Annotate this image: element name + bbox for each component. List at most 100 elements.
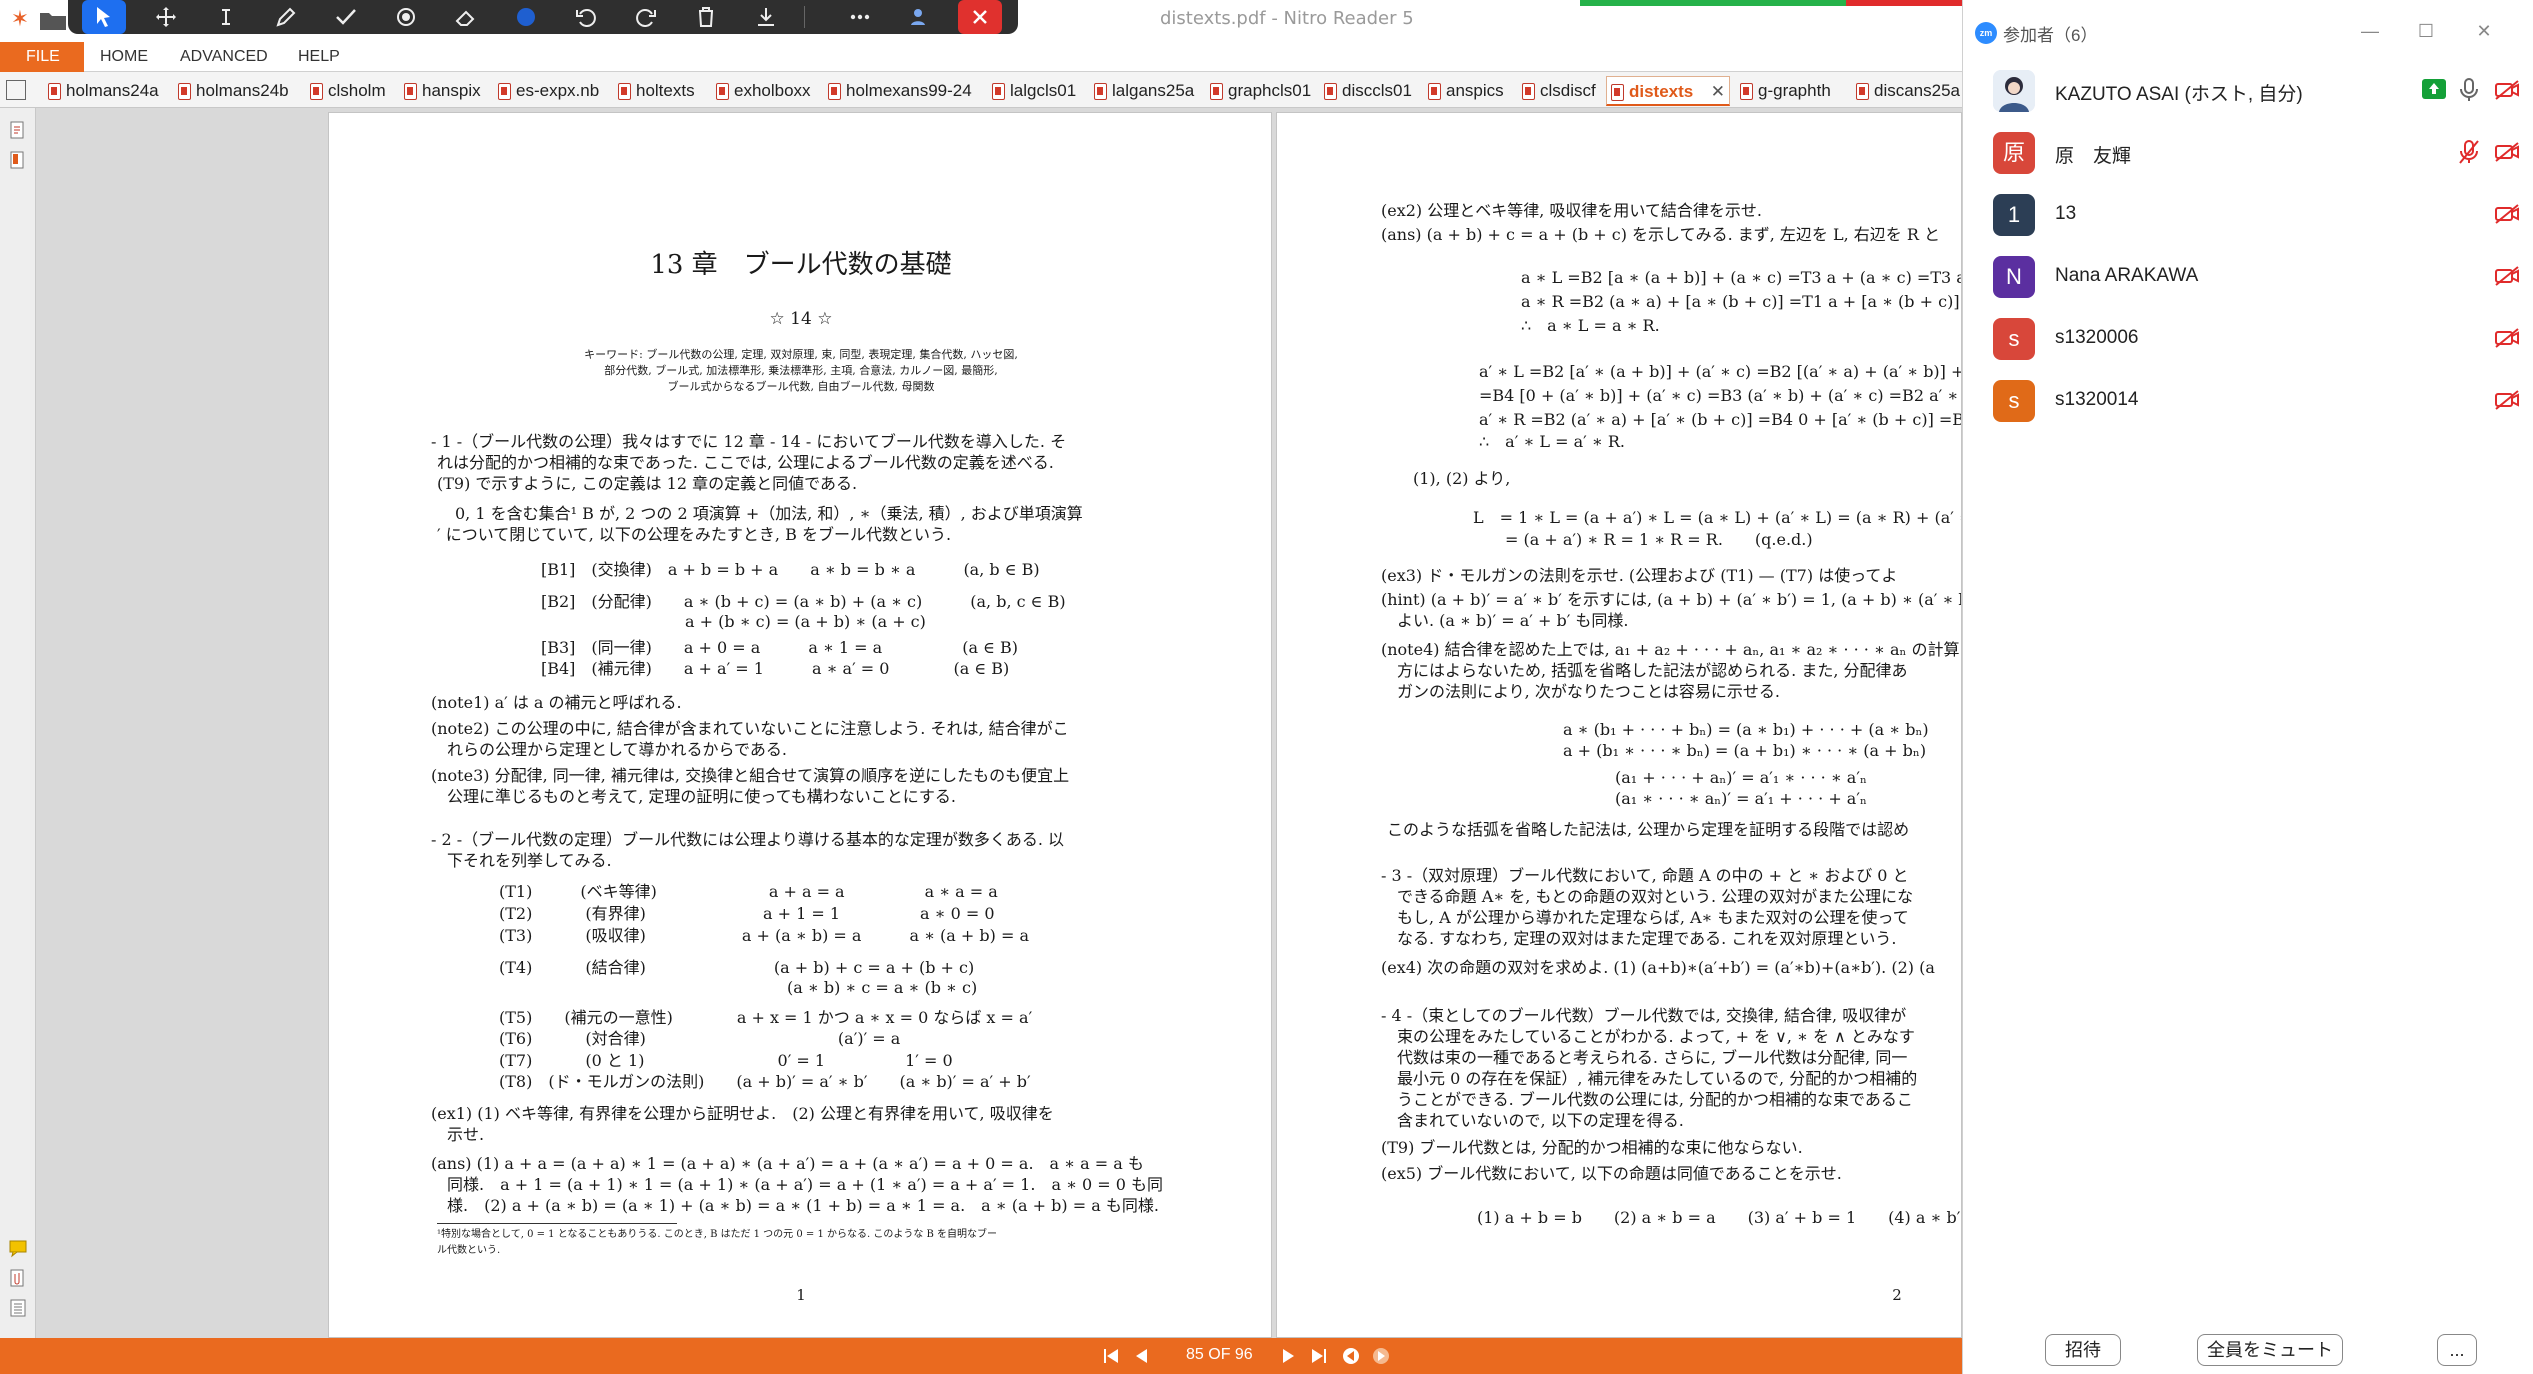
attachments-panel-icon[interactable] bbox=[8, 1268, 28, 1288]
maximize-icon[interactable]: ☐ bbox=[2411, 18, 2441, 44]
camera-off-icon[interactable] bbox=[2494, 79, 2520, 101]
more-icon[interactable] bbox=[838, 0, 882, 34]
doc-tab[interactable]: discans25a bbox=[1852, 76, 1960, 106]
text-line: 束の公理をみたしていることがわかる. よって, + を ∨, ∗ を ∧ とみな… bbox=[1381, 1027, 1915, 1046]
camera-off-icon[interactable] bbox=[2494, 327, 2520, 349]
text-line: れは分配的かつ相補的な束であった. ここでは, 公理によるブール代数の定義を述べ… bbox=[437, 453, 1054, 472]
text-line: (T9) ブール代数とは, 分配的かつ相補的な束に他ならない. bbox=[1381, 1138, 1803, 1157]
participant-row[interactable]: s s1320006 bbox=[1963, 307, 2533, 369]
minimize-icon[interactable]: — bbox=[2355, 18, 2385, 44]
invite-button[interactable]: 招待 bbox=[2045, 1334, 2121, 1366]
text-line: 含まれていないので, 以下の定理を得る. bbox=[1381, 1111, 1684, 1130]
zoom-logo-icon: zm bbox=[1975, 22, 1997, 44]
pointer-icon[interactable] bbox=[82, 0, 126, 34]
layers-panel-icon[interactable] bbox=[8, 1298, 28, 1318]
ribbon-tab-file[interactable]: FILE bbox=[0, 42, 84, 72]
equation-line: (a₁ ∗ · · · ∗ aₙ)′ = a′₁ + · · · + a′ₙ bbox=[1615, 789, 1867, 808]
tab-list-icon[interactable] bbox=[6, 80, 26, 100]
doc-tab[interactable]: anspics bbox=[1424, 76, 1504, 106]
eraser-icon[interactable] bbox=[444, 0, 488, 34]
clear-icon[interactable] bbox=[684, 0, 728, 34]
draw-icon[interactable] bbox=[264, 0, 308, 34]
doc-tab[interactable]: holmans24a bbox=[44, 76, 159, 106]
pages-panel-icon[interactable] bbox=[8, 120, 28, 140]
doc-tab[interactable]: clsdiscf bbox=[1518, 76, 1596, 106]
move-icon[interactable] bbox=[144, 0, 188, 34]
text-line: - 1 -（ブール代数の公理）我々はすでに 12 章 - 14 - においてブー… bbox=[431, 432, 1067, 451]
previous-view-icon[interactable] bbox=[1340, 1346, 1362, 1366]
last-page-icon[interactable] bbox=[1308, 1346, 1330, 1366]
example-line: (ex1) (1) ベキ等律, 有界律を公理から証明せよ. (2) 公理と有界律… bbox=[431, 1104, 1054, 1123]
previous-page-icon[interactable] bbox=[1130, 1346, 1152, 1366]
text-line: (1), (2) より, bbox=[1413, 469, 1511, 488]
text-line: (ans) (a + b) + c = a + (b + c) を示してみる. … bbox=[1381, 225, 1941, 244]
participant-row[interactable]: 原 原 友輝 bbox=[1963, 121, 2533, 183]
pdf-icon bbox=[618, 83, 631, 100]
pdf-icon bbox=[178, 83, 191, 100]
open-folder-icon[interactable] bbox=[38, 8, 68, 32]
avatar: s bbox=[1993, 380, 2035, 422]
doc-tab[interactable]: holtexts bbox=[614, 76, 695, 106]
text-line: (ex2) 公理とベキ等律, 吸収律を用いて結合律を示せ. bbox=[1381, 201, 1763, 220]
stop-share-bar[interactable] bbox=[1846, 0, 1962, 6]
mute-all-button[interactable]: 全員をミュート bbox=[2197, 1334, 2343, 1366]
doc-tab-label: graphcls01 bbox=[1228, 81, 1312, 100]
doc-tab[interactable]: graphcls01 bbox=[1206, 76, 1311, 106]
text-line: なる. すなわち, 定理の双対はまた定理である. これを双対原理という. bbox=[1381, 929, 1897, 948]
camera-off-icon[interactable] bbox=[2494, 389, 2520, 411]
text-line: もし, A が公理から導かれた定理ならば, A∗ もまた双対の公理を使って bbox=[1381, 908, 1909, 927]
close-icon[interactable]: ✕ bbox=[2469, 18, 2499, 44]
avatar: 原 bbox=[1993, 132, 2035, 174]
doc-tab[interactable]: hanspix bbox=[400, 76, 481, 106]
stamp-check-icon[interactable] bbox=[324, 0, 368, 34]
comments-panel-icon[interactable] bbox=[8, 1238, 28, 1258]
doc-tab[interactable]: g-graphth bbox=[1736, 76, 1831, 106]
camera-off-icon[interactable] bbox=[2494, 141, 2520, 163]
note-line: (note2) この公理の中に, 結合律が含まれていないことに注意しよう. それ… bbox=[431, 719, 1069, 738]
doc-tab[interactable]: holmans24b bbox=[174, 76, 289, 106]
ribbon-tab-help[interactable]: HELP bbox=[298, 42, 340, 72]
doc-tab[interactable]: lalgans25a bbox=[1090, 76, 1194, 106]
color-picker-icon[interactable] bbox=[504, 0, 548, 34]
participant-row[interactable]: KAZUTO ASAI (ホスト, 自分) bbox=[1963, 59, 2533, 121]
first-page-icon[interactable] bbox=[1100, 1346, 1122, 1366]
equation-line: ∴ a′ ∗ L = a′ ∗ R. bbox=[1479, 432, 1625, 451]
doc-tab[interactable]: exholboxx bbox=[712, 76, 811, 106]
doc-tab[interactable]: es-expx.nb bbox=[494, 76, 599, 106]
next-page-icon[interactable] bbox=[1278, 1346, 1300, 1366]
keywords-line: ブール式からなるブール代数, 自由ブール代数, 母関数 bbox=[667, 380, 935, 393]
undo-icon[interactable] bbox=[564, 0, 608, 34]
bookmarks-panel-icon[interactable] bbox=[8, 150, 28, 170]
camera-off-icon[interactable] bbox=[2494, 203, 2520, 225]
user-annotate-icon[interactable] bbox=[898, 0, 942, 34]
ribbon-tab-home[interactable]: HOME bbox=[100, 42, 148, 72]
close-annotation-icon[interactable] bbox=[958, 0, 1002, 34]
footnote-rule bbox=[437, 1223, 677, 1224]
doc-tab-active[interactable]: distexts ✕ bbox=[1606, 76, 1730, 106]
axiom-line: a + (b ∗ c) = (a + b) ∗ (a + c) bbox=[541, 612, 926, 631]
text-icon[interactable] bbox=[204, 0, 248, 34]
save-icon[interactable] bbox=[744, 0, 788, 34]
doc-tab[interactable]: disccls01 bbox=[1320, 76, 1412, 106]
participant-row[interactable]: N Nana ARAKAWA bbox=[1963, 245, 2533, 307]
ribbon-tab-advanced[interactable]: ADVANCED bbox=[180, 42, 268, 72]
redo-icon[interactable] bbox=[624, 0, 668, 34]
microphone-icon[interactable] bbox=[2458, 77, 2480, 103]
pdf-page-2: (ex2) 公理とベキ等律, 吸収律を用いて結合律を示せ. (ans) (a +… bbox=[1276, 112, 1962, 1338]
microphone-off-icon[interactable] bbox=[2458, 139, 2480, 165]
theorem-line: (T5) (補元の一意性) a + x = 1 かつ a ∗ x = 0 ならば… bbox=[499, 1008, 1033, 1027]
camera-off-icon[interactable] bbox=[2494, 265, 2520, 287]
close-tab-icon[interactable]: ✕ bbox=[1711, 77, 1725, 107]
participant-row[interactable]: 1 13 bbox=[1963, 183, 2533, 245]
page-indicator[interactable]: 85 OF 96 bbox=[1186, 1346, 1253, 1364]
participant-row[interactable]: s s1320014 bbox=[1963, 369, 2533, 431]
participants-title: 参加者（6） bbox=[2003, 26, 2098, 45]
doc-tab[interactable]: clsholm bbox=[306, 76, 386, 106]
spotlight-icon[interactable] bbox=[384, 0, 428, 34]
avatar: 1 bbox=[1993, 194, 2035, 236]
doc-tab[interactable]: lalgcls01 bbox=[988, 76, 1076, 106]
doc-tab[interactable]: holmexans99-24 bbox=[824, 76, 972, 106]
next-view-icon[interactable] bbox=[1370, 1346, 1392, 1366]
more-options-button[interactable]: ... bbox=[2437, 1334, 2477, 1366]
ribbon-menu: FILE HOME ADVANCED HELP bbox=[0, 42, 1962, 72]
